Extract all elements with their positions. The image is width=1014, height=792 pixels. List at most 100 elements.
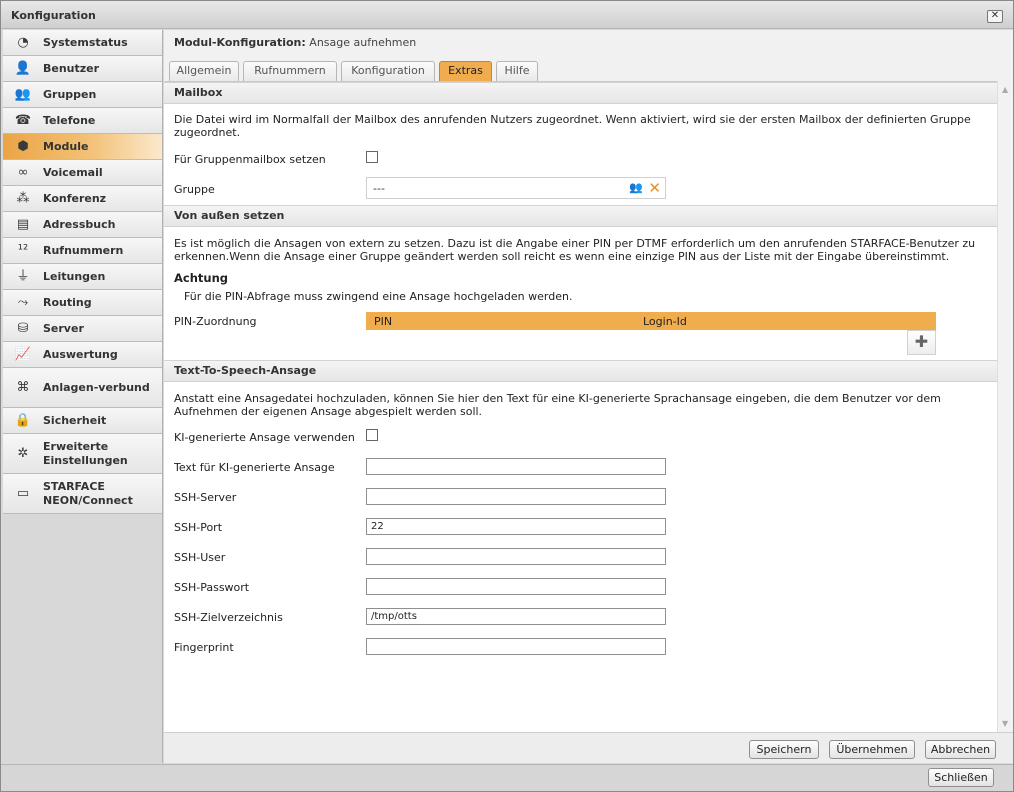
voicemail-icon: ∞ [17,164,29,180]
save-button[interactable]: Speichern [749,740,819,759]
scroll-up-icon[interactable]: ▲ [1002,85,1008,94]
sidebar-item-rufnummern[interactable]: ¹² Rufnummern [3,238,162,264]
close-button[interactable]: Schließen [928,768,994,787]
group-label: Gruppe [174,183,215,196]
advanced-settings-icon: ✲ [17,445,29,461]
sidebar-item-benutzer[interactable]: 👤 Benutzer [3,56,162,82]
config-window: Konfiguration ✕ ◔ Systemstatus 👤 Benutzer 👥 G… [0,0,1014,792]
page-title-label: Modul-Konfiguration: [174,36,306,49]
tts-text-input[interactable] [366,458,666,475]
page-title-module: Ansage aufnehmen [309,36,417,49]
sidebar-item-systemstatus[interactable]: ◔ Systemstatus [3,30,162,56]
page-title: Modul-Konfiguration: Ansage aufnehmen [174,36,416,49]
content-scrollbar[interactable]: ▲ ▼ [997,81,1013,732]
login-id-column-header: Login-Id [643,315,687,328]
close-window-button[interactable]: ✕ [987,10,1003,23]
use-ai-label: KI-generierte Ansage verwenden [174,431,355,444]
clear-group-icon[interactable]: ✕ [648,179,661,197]
sidebar-item-label: Erweiterte Einstellungen [43,439,128,467]
section-mailbox-header: Mailbox [164,82,997,104]
clock-icon: ◔ [17,34,29,50]
tab-konfiguration[interactable]: Konfiguration [341,61,435,81]
window-title: Konfiguration [11,9,96,22]
server-icon: ⛁ [17,320,29,336]
addressbook-icon: ▤ [16,216,30,232]
sidebar-item-starface-neon-connect[interactable]: ▭ STARFACE NEON/Connect [3,474,162,514]
sidebar-item-label: Voicemail [43,165,103,179]
tts-text-label: Text für KI-generierte Ansage [174,461,335,474]
numbers-icon: ¹² [17,242,29,258]
sidebar-item-adressbuch[interactable]: ▤ Adressbuch [3,212,162,238]
sidebar-item-label: Anlagen-verbund [43,380,150,394]
sidebar-item-telefone[interactable]: ☎ Telefone [3,108,162,134]
ssh-server-input[interactable] [366,488,666,505]
tts-description: Anstatt eine Ansagedatei hochzuladen, kö… [174,392,941,418]
ssh-dir-input[interactable]: /tmp/otts [366,608,666,625]
sidebar-item-label: Konferenz [43,191,107,205]
sidebar-item-label: Telefone [43,113,96,127]
group-select[interactable]: --- 👥 ✕ [366,177,666,199]
sidebar-item-label: Rufnummern [43,243,124,257]
ssh-user-input[interactable] [366,548,666,565]
tab-rufnummern[interactable]: Rufnummern [243,61,337,81]
close-icon: ✕ [990,10,1000,21]
add-pin-button[interactable]: ✚ [907,330,936,355]
network-icon: ⌘ [16,379,30,395]
group-mailbox-label: Für Gruppenmailbox setzen [174,153,326,166]
pin-table-header: PIN Login-Id [366,312,936,330]
ssh-port-input[interactable]: 22 [366,518,666,535]
sidebar-nav: ◔ Systemstatus 👤 Benutzer 👥 Gruppen ☎ Telefone ⬢… [3,30,163,763]
ssh-port-label: SSH-Port [174,521,223,534]
sidebar-item-label: Server [43,321,84,335]
tab-allgemein[interactable]: Allgemein [169,61,239,81]
ssh-password-label: SSH-Passwort [174,581,250,594]
routing-icon: ⤳ [17,294,29,310]
window-footer: Schließen [1,764,1013,791]
sidebar-item-module[interactable]: ⬢ Module [3,134,162,160]
scroll-down-icon[interactable]: ▼ [1002,719,1008,728]
sidebar-item-label: Sicherheit [43,413,107,427]
ssh-dir-label: SSH-Zielverzeichnis [174,611,283,624]
tab-extras[interactable]: Extras [439,61,492,81]
mailbox-description: Die Datei wird im Normalfall der Mailbox… [174,113,971,139]
use-ai-checkbox[interactable] [366,429,378,441]
sidebar-item-auswertung[interactable]: 📈 Auswertung [3,342,162,368]
plus-icon: ✚ [914,332,929,351]
sidebar-item-routing[interactable]: ⤳ Routing [3,290,162,316]
ssh-user-label: SSH-User [174,551,226,564]
tab-hilfe[interactable]: Hilfe [496,61,538,81]
warning-text: Für die PIN-Abfrage muss zwingend eine A… [184,290,573,303]
lock-icon: 🔒 [14,412,32,428]
main-panel: Modul-Konfiguration: Ansage aufnehmen Al… [164,30,1013,763]
chart-icon: 📈 [14,346,32,362]
section-extern-header: Von außen setzen [164,205,997,227]
sidebar-item-label: Systemstatus [43,35,128,49]
phone-icon: ☎ [14,112,32,128]
user-icon: 👤 [14,60,32,76]
sidebar-item-voicemail[interactable]: ∞ Voicemail [3,160,162,186]
section-tts-header: Text-To-Speech-Ansage [164,360,997,382]
pin-column-header: PIN [374,315,393,328]
sidebar-item-gruppen[interactable]: 👥 Gruppen [3,82,162,108]
group-mailbox-checkbox[interactable] [366,151,378,163]
sidebar-item-sicherheit[interactable]: 🔒 Sicherheit [3,408,162,434]
sidebar-item-label: STARFACE NEON/Connect [43,479,133,507]
sidebar-item-label: Auswertung [43,347,118,361]
sidebar-item-erweiterte-einstellungen[interactable]: ✲ Erweiterte Einstellungen [3,434,162,474]
cancel-button[interactable]: Abbrechen [925,740,996,759]
sidebar-item-label: Gruppen [43,87,97,101]
sidebar-item-server[interactable]: ⛁ Server [3,316,162,342]
sidebar-item-anlagen-verbund[interactable]: ⌘ Anlagen-verbund [3,368,162,408]
group-value: --- [373,182,385,195]
sidebar-item-label: Leitungen [43,269,106,283]
ssh-password-input[interactable] [366,578,666,595]
sidebar-item-leitungen[interactable]: ⏚ Leitungen [3,264,162,290]
conference-icon: ⁂ [16,190,30,206]
apply-button[interactable]: Übernehmen [829,740,915,759]
fingerprint-input[interactable] [366,638,666,655]
camera-icon: ▭ [16,485,30,501]
sidebar-item-konferenz[interactable]: ⁂ Konferenz [3,186,162,212]
group-icon: 👥 [14,86,32,102]
sidebar-item-label: Adressbuch [43,217,116,231]
group-picker-icon[interactable]: 👥 [629,181,643,194]
